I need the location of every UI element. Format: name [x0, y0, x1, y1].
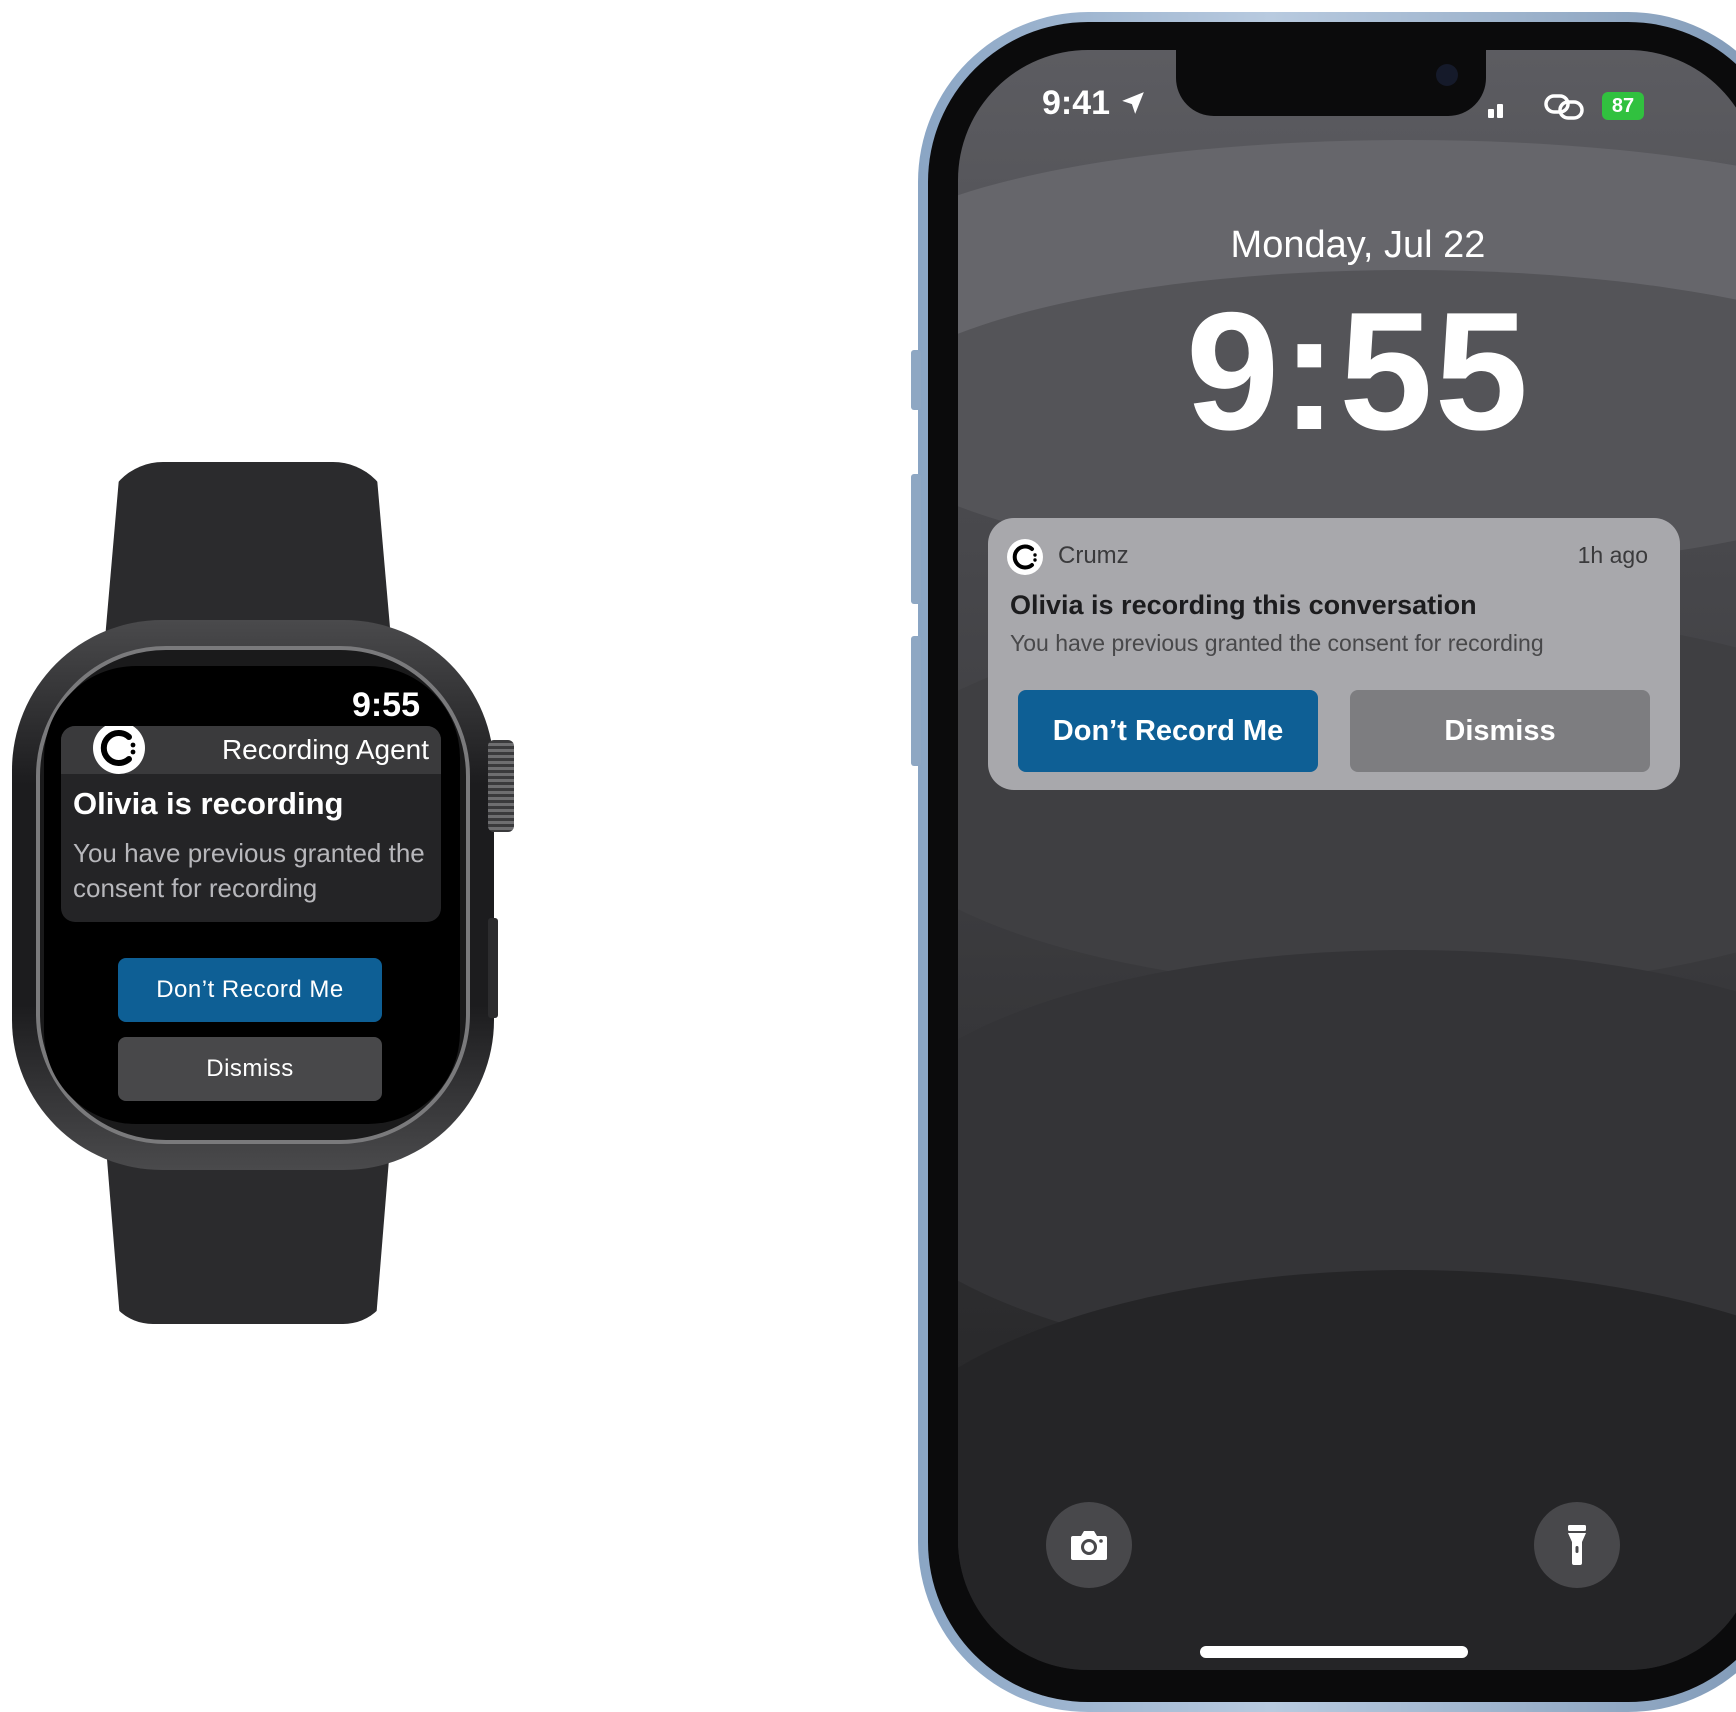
battery-indicator: 87	[1602, 92, 1644, 120]
wallpaper-wave	[958, 1270, 1736, 1670]
crumz-app-icon	[1007, 539, 1043, 575]
notification-timestamp: 1h ago	[1577, 542, 1648, 568]
flashlight-button[interactable]	[1534, 1502, 1620, 1588]
watch-notification-body: You have previous granted the consent fo…	[73, 838, 425, 903]
camera-button[interactable]	[1046, 1502, 1132, 1588]
volume-up-button[interactable]	[911, 474, 921, 604]
notification-body: You have previous granted the consent fo…	[1010, 630, 1544, 656]
notification-app-name: Crumz	[1058, 542, 1129, 569]
lock-screen-time: 9:55	[1185, 277, 1531, 465]
front-camera	[1436, 64, 1458, 86]
home-indicator[interactable]	[1200, 1646, 1468, 1658]
signal-icon	[1488, 104, 1503, 118]
dismiss-button[interactable]: Dismiss	[1350, 690, 1650, 772]
link-icon	[1544, 94, 1584, 120]
watch-side-button[interactable]	[488, 918, 498, 1018]
lock-screen-date: Monday, Jul 22	[1230, 224, 1486, 266]
status-bar-time: 9:41	[1042, 84, 1111, 122]
notification-title: Olivia is recording this conversation	[1010, 590, 1477, 620]
camera-icon	[1071, 1531, 1107, 1560]
digital-crown[interactable]	[488, 740, 514, 832]
watch-dismiss-button[interactable]: Dismiss	[118, 1037, 382, 1101]
watch-dont-record-button[interactable]: Don’t Record Me	[118, 958, 382, 1022]
notch	[1176, 50, 1486, 116]
dont-record-button[interactable]: Don’t Record Me	[1018, 690, 1318, 772]
watch-notification-title: Olivia is recording	[73, 786, 344, 821]
flashlight-icon	[1568, 1525, 1586, 1565]
apple-watch-device: 9:55 Recording Agent Olivia is recording…	[0, 0, 520, 1704]
volume-down-button[interactable]	[911, 636, 921, 766]
watch-notification-card[interactable]: Recording Agent Olivia is recording You …	[61, 726, 441, 922]
mute-switch[interactable]	[911, 350, 921, 410]
lock-screen: 9:41 87 Monday, Jul 22 9:55 Crumz 1h ago…	[958, 50, 1736, 1670]
location-icon	[1122, 92, 1144, 114]
watch-screen: 9:55 Recording Agent Olivia is recording…	[44, 666, 460, 1124]
notification-card[interactable]: Crumz 1h ago Olivia is recording this co…	[988, 518, 1680, 790]
watch-app-name: Recording Agent	[221, 734, 429, 765]
watch-time: 9:55	[351, 686, 420, 724]
